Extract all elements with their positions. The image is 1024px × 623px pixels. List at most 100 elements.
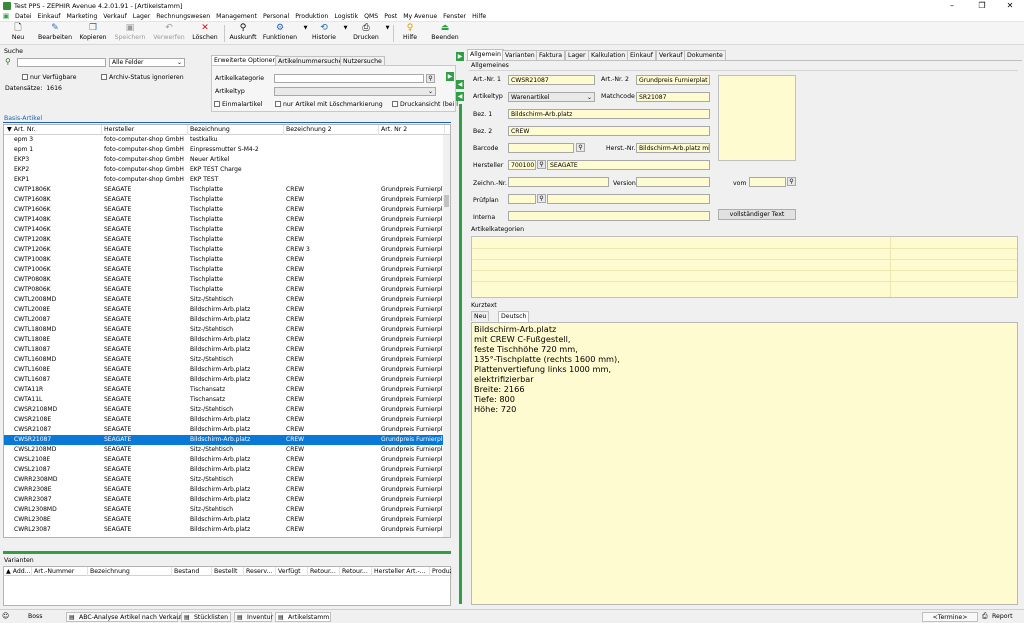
col-art-nr-2[interactable]: Art. Nr 2 — [379, 125, 445, 135]
short-text-tab-new[interactable]: Neu — [471, 311, 490, 321]
copy-button[interactable]: ❐ Kopieren — [78, 23, 108, 44]
history-button[interactable]: ⟲ Historie — [310, 23, 338, 44]
table-row[interactable]: CWTA11R SEAGATE Tischansatz CREW Grundpreis … — [4, 385, 444, 395]
report-label[interactable]: Report — [992, 613, 1013, 620]
interna-field[interactable] — [508, 211, 710, 221]
category-input[interactable] — [274, 74, 424, 83]
artnr1-field[interactable]: CWSR21087 — [508, 75, 595, 85]
menu-post[interactable]: Post — [381, 13, 400, 20]
minimize-button[interactable]: – — [938, 0, 966, 11]
table-row[interactable]: CWSL21087 SEAGATE Bildschirm-Arb.platz CREW… — [4, 465, 444, 475]
tab-varianten[interactable]: Varianten — [502, 50, 538, 60]
table-row[interactable]: CWSR2108MD SEAGATE Sitz-/Stehtisch CREW Grun… — [4, 405, 444, 415]
col-bezeichnung[interactable]: Bezeichnung — [188, 125, 284, 135]
table-row[interactable]: CWTA11L SEAGATE Tischansatz CREW Grundpreis … — [4, 395, 444, 405]
table-row[interactable]: CWTP1408K SEAGATE Tischplatte CREW Grundprei… — [4, 215, 444, 225]
bez1-field[interactable]: Bildschirm-Arb.platz — [508, 109, 710, 119]
test-plan-name-field[interactable] — [547, 194, 710, 204]
table-row[interactable]: CWTL18087 SEAGATE Bildschirm-Arb.platz CREW… — [4, 345, 444, 355]
discard-button[interactable]: ↶ Verwerfen — [151, 23, 187, 44]
table-row[interactable]: CWTL1808MD SEAGATE Sitz-/Stehtisch CREW Grun… — [4, 325, 444, 335]
table-row[interactable]: CWSL2108MD SEAGATE Sitz-/Stehtisch CREW Grun… — [4, 445, 444, 455]
vertical-splitter[interactable] — [459, 104, 462, 604]
table-row[interactable]: CWTL2008MD SEAGATE Sitz-/Stehtisch CREW Grun… — [4, 295, 444, 305]
search-input[interactable] — [17, 58, 106, 67]
table-row-selected[interactable]: CWSR21087 SEAGATE Bildschirm-Arb.platz CREW… — [4, 435, 444, 445]
menu-verkauf[interactable]: Verkauf — [100, 13, 129, 20]
table-row[interactable]: CWTP1206K SEAGATE Tischplatte CREW 3 Grundpr… — [4, 245, 444, 255]
manufacturer-name-field[interactable]: SEAGATE — [547, 160, 710, 170]
menu-personal[interactable]: Personal — [260, 13, 292, 20]
table-row[interactable]: EKP2 foto-computer-shop GmbH EKP TEST Char… — [4, 165, 444, 175]
help-button[interactable]: ♀ Hilfe — [398, 23, 422, 44]
grid-scrollbar[interactable] — [443, 135, 450, 537]
menu-rechnungswesen[interactable]: Rechnungswesen — [153, 13, 213, 20]
herst-nr-field[interactable]: Bildschirm-Arb.platz mit — [636, 143, 710, 153]
table-row[interactable]: EKP1 foto-computer-shop GmbH EKP TEST — [4, 175, 444, 185]
table-row[interactable]: CWTL1608E SEAGATE Bildschirm-Arb.platz CREW… — [4, 365, 444, 375]
print-button[interactable]: ⎙ Drucken — [352, 23, 380, 44]
appointments-button[interactable]: <Termine> — [922, 612, 978, 622]
info-button[interactable]: ⚲ Auskunft — [228, 23, 258, 44]
tab-lager[interactable]: Lager — [565, 50, 589, 60]
table-row[interactable]: CWTP1406K SEAGATE Tischplatte CREW Grundprei… — [4, 225, 444, 235]
full-text-button[interactable]: vollständiger Text — [718, 209, 796, 220]
window-tab-article-master[interactable]: ▤ Artikelstamm — [275, 612, 331, 622]
table-row[interactable]: CWSR2108E SEAGATE Bildschirm-Arb.platz CREW… — [4, 415, 444, 425]
table-row[interactable]: CWRL23087 SEAGATE Bildschirm-Arb.platz CREW… — [4, 525, 444, 535]
print-view-checkbox[interactable]: Druckansicht (bei l — [392, 101, 458, 108]
table-row[interactable]: CWRR2308MD SEAGATE Sitz-/Stehtisch CREW Grun… — [4, 475, 444, 485]
menu-fenster[interactable]: Fenster — [440, 13, 469, 20]
manufacturer-lookup-button[interactable]: ⚲ — [537, 160, 546, 169]
calendar-icon[interactable]: ⚲ — [787, 177, 796, 186]
version-field[interactable] — [636, 177, 710, 187]
table-row[interactable]: CWTL2008E SEAGATE Bildschirm-Arb.platz CREW… — [4, 305, 444, 315]
table-row[interactable]: CWRL2308MD SEAGATE Sitz-/Stehtisch CREW Grun… — [4, 505, 444, 515]
test-plan-number-field[interactable] — [508, 194, 536, 204]
window-tab-bom[interactable]: ▤ Stücklisten — [181, 612, 231, 622]
menu-management[interactable]: Management — [213, 13, 260, 20]
table-row[interactable]: CWTL1808E SEAGATE Bildschirm-Arb.platz CREW… — [4, 335, 444, 345]
col-art-nr[interactable]: ▼ Art. Nr. — [4, 125, 102, 135]
category-lookup-button[interactable]: ⚲ — [426, 74, 435, 83]
table-row[interactable]: CWRL2308E SEAGATE Bildschirm-Arb.platz CREW… — [4, 515, 444, 525]
table-row[interactable]: CWTL1608MD SEAGATE Sitz-/Stehtisch CREW Grun… — [4, 355, 444, 365]
date-from-field[interactable] — [749, 177, 786, 187]
table-row[interactable]: CWTL20087 SEAGATE Bildschirm-Arb.platz CREW… — [4, 315, 444, 325]
functions-dropdown[interactable]: ▼ — [300, 23, 308, 44]
artnr2-field[interactable]: Grundpreis Furnierplat — [636, 75, 710, 85]
manufacturer-number-field[interactable]: 700100 — [508, 160, 536, 170]
search-field-select[interactable]: Alle Felder ⌄ — [109, 58, 185, 67]
ignore-archive-checkbox[interactable]: Archiv-Status ignorieren — [101, 74, 184, 81]
table-row[interactable]: CWSL2108E SEAGATE Bildschirm-Arb.platz CREW… — [4, 455, 444, 465]
new-button[interactable]: 🗋 Neu — [6, 23, 30, 44]
table-row[interactable]: CWTP0806K SEAGATE Tischplatte CREW Grundprei… — [4, 285, 444, 295]
test-plan-lookup-button[interactable]: ⚲ — [537, 194, 546, 203]
close-button[interactable]: ✕ — [996, 0, 1024, 11]
menu-lager[interactable]: Lager — [130, 13, 154, 20]
col-bezeichnung-2[interactable]: Bezeichnung 2 — [284, 125, 379, 135]
table-row[interactable]: epm 3 foto-computer-shop GmbH testkalku — [4, 135, 444, 145]
table-row[interactable]: CWTP1606K SEAGATE Tischplatte CREW Grundprei… — [4, 205, 444, 215]
history-dropdown[interactable]: ▼ — [340, 23, 348, 44]
tab-kalkulation[interactable]: Kalkulation — [588, 50, 629, 60]
maximize-button[interactable]: ❐ — [968, 0, 996, 11]
table-row[interactable]: epm 1 foto-computer-shop GmbH Einpressmutt… — [4, 145, 444, 155]
type-select[interactable]: Warenartikel ⌄ — [508, 92, 595, 102]
doc-icon[interactable]: ▣ — [0, 12, 12, 20]
menu-produktion[interactable]: Produktion — [292, 13, 331, 20]
horizontal-splitter[interactable] — [3, 551, 451, 554]
menu-hilfe[interactable]: Hilfe — [469, 13, 489, 20]
tab-verkauf[interactable]: Verkauf — [656, 50, 686, 60]
matchcode-field[interactable]: SR21087 — [636, 92, 710, 102]
window-tab-abc-analysis[interactable]: ▤ ABC-Analyse Artikel nach Verkauf — [66, 612, 182, 622]
menu-datei[interactable]: Datei — [12, 13, 35, 20]
col-hersteller[interactable]: Hersteller — [102, 125, 188, 135]
short-text-area[interactable]: Bildschirm-Arb.platz mit CREW C-Fußgeste… — [471, 322, 1018, 605]
table-row[interactable]: CWRR2308E SEAGATE Bildschirm-Arb.platz CREW… — [4, 485, 444, 495]
table-row[interactable]: CWTP1208K SEAGATE Tischplatte CREW Grundprei… — [4, 235, 444, 245]
table-row[interactable]: CWTP1006K SEAGATE Tischplatte CREW Grundprei… — [4, 265, 444, 275]
menu-qms[interactable]: QMS — [361, 13, 381, 20]
exit-button[interactable]: ⏏ Beenden — [430, 23, 460, 44]
splitter-right-arrow-icon[interactable]: ▶ — [456, 52, 464, 61]
